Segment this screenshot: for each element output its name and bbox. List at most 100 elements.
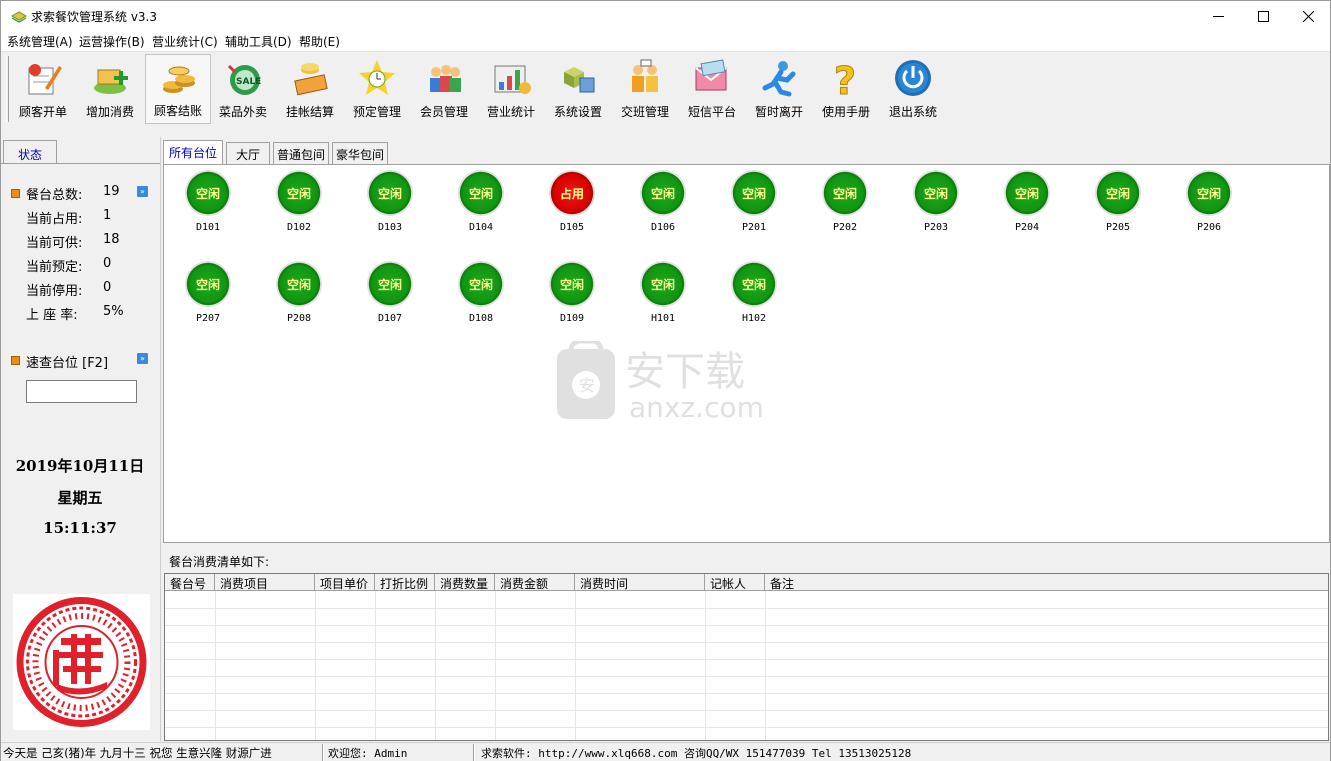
dining-table[interactable]: 空闲 P205	[1088, 170, 1148, 240]
toolbar-button-shift-handover[interactable]: 交班管理	[612, 54, 678, 124]
col-discount[interactable]: 打折比例	[375, 574, 435, 591]
toolbar-button-label: 顾客结账	[153, 104, 202, 118]
toolbar-button-power[interactable]: 退出系统	[880, 54, 946, 124]
col-time[interactable]: 消费时间	[575, 574, 705, 591]
table-number: D103	[377, 222, 403, 233]
dining-table[interactable]: 空闲 P202	[815, 170, 875, 240]
dining-table[interactable]: 空闲 D109	[542, 261, 602, 331]
dining-table[interactable]: 空闲 P207	[178, 261, 238, 331]
title-bar[interactable]: 求索餐饮管理系统 v3.3	[1, 1, 1330, 31]
status-tab[interactable]: 状态	[3, 140, 57, 164]
expand-icon[interactable]: »	[137, 353, 148, 364]
toolbar-button-running-man[interactable]: 暂时离开	[746, 54, 812, 124]
col-table-no[interactable]: 餐台号	[165, 574, 215, 591]
current-date: 2019年10月11日	[15, 457, 145, 475]
dining-table[interactable]: 空闲 P208	[269, 261, 329, 331]
window-title: 求索餐饮管理系统 v3.3	[31, 10, 158, 24]
col-unit-price[interactable]: 项目单价	[315, 574, 375, 591]
free-status-icon: 空闲	[458, 261, 504, 307]
toolbar-button-sms-envelope[interactable]: 短信平台	[679, 54, 745, 124]
free-status-icon: 空闲	[640, 261, 686, 307]
toolbar-button-help-question[interactable]: ? 使用手册	[813, 54, 879, 124]
toolbar-button-coins-checkout[interactable]: 顾客结账	[145, 54, 211, 124]
toolbar-grip[interactable]	[6, 56, 9, 122]
table-number: D107	[377, 313, 403, 324]
reservation-clock-icon	[359, 60, 395, 95]
menu-operations[interactable]: 运营操作(B)	[79, 33, 145, 50]
minimize-button[interactable]	[1195, 1, 1241, 31]
close-button[interactable]	[1285, 1, 1331, 31]
toolbar-button-reservation-clock[interactable]: 预定管理	[344, 54, 410, 124]
tab-deluxe-rooms[interactable]: 豪华包间	[332, 142, 388, 164]
free-status-icon: 空闲	[276, 170, 322, 216]
free-status-icon: 空闲	[640, 170, 686, 216]
toolbar-button-label: 挂帐结算	[285, 105, 334, 119]
toolbar-button-statistics-chart[interactable]: 营业统计	[478, 54, 544, 124]
col-operator[interactable]: 记帐人	[705, 574, 765, 591]
bill-grid-header: 餐台号 消费项目 项目单价 打折比例 消费数量 消费金额 消费时间 记帐人 备注	[165, 574, 1328, 591]
table-status: 空闲	[377, 186, 402, 201]
menu-help[interactable]: 帮助(E)	[299, 33, 340, 50]
menu-system[interactable]: 系统管理(A)	[7, 33, 73, 50]
status-separator	[322, 744, 324, 761]
dining-table[interactable]: 空闲 D104	[451, 170, 511, 240]
toolbar-button-add-consumption[interactable]: 增加消费	[77, 54, 143, 124]
sms-envelope-icon	[695, 59, 727, 91]
dining-table[interactable]: 空闲 D102	[269, 170, 329, 240]
app-window: 求索餐饮管理系统 v3.3 系统管理(A) 运营操作(B) 营业统计(C) 辅助…	[0, 0, 1331, 761]
maximize-button[interactable]	[1240, 1, 1286, 31]
dining-table[interactable]: 占用 D105	[542, 170, 602, 240]
lunar-greeting: 今天是 己亥(猪)年 九月十三 祝您 生意兴隆 财源广进	[3, 746, 272, 760]
maximize-icon	[1257, 10, 1269, 22]
toolbar-button-credit-settle[interactable]: 挂帐结算	[277, 54, 343, 124]
free-status-icon: 空闲	[276, 261, 322, 307]
toolbar-button-members[interactable]: 会员管理	[411, 54, 477, 124]
dining-table[interactable]: 空闲 D103	[360, 170, 420, 240]
menu-tools[interactable]: 辅助工具(D)	[225, 33, 292, 50]
status-separator	[473, 744, 475, 761]
table-number: P204	[1014, 222, 1040, 233]
svg-text:安下载: 安下载	[625, 349, 745, 395]
table-number: D104	[468, 222, 494, 233]
statistics-chart-icon	[494, 65, 531, 94]
occupied-status-icon: 占用	[549, 170, 595, 216]
quick-lookup-label: 速查台位 [F2]	[26, 356, 109, 371]
dining-table[interactable]: 空闲 D108	[451, 261, 511, 331]
dining-table[interactable]: 空闲 H102	[724, 261, 784, 331]
dining-table[interactable]: 空闲 H101	[633, 261, 693, 331]
col-amount[interactable]: 消费金额	[495, 574, 575, 591]
free-status-icon: 空闲	[1095, 170, 1141, 216]
menu-statistics[interactable]: 营业统计(C)	[152, 33, 218, 50]
toolbar-button-label: 菜品外卖	[218, 105, 267, 119]
toolbar-button-sale-ball[interactable]: SALE 菜品外卖	[210, 54, 276, 124]
col-quantity[interactable]: 消费数量	[435, 574, 495, 591]
grid-row-line	[165, 642, 1328, 643]
tab-hall[interactable]: 大厅	[226, 142, 270, 164]
help-question-icon: ?	[834, 59, 857, 99]
col-remark[interactable]: 备注	[765, 574, 1328, 591]
dining-table[interactable]: 空闲 P201	[724, 170, 784, 240]
table-number: P201	[741, 222, 767, 233]
quick-lookup-input[interactable]	[26, 380, 137, 403]
dining-table[interactable]: 空闲 P204	[997, 170, 1057, 240]
col-item[interactable]: 消费项目	[215, 574, 315, 591]
dining-table[interactable]: 空闲 P206	[1179, 170, 1239, 240]
shift-handover-icon	[632, 59, 658, 92]
tab-standard-rooms[interactable]: 普通包间	[273, 142, 329, 164]
splitter[interactable]	[163, 543, 1330, 547]
grid-col-line	[705, 591, 706, 740]
table-number: D109	[559, 313, 585, 324]
dining-table[interactable]: 空闲 D107	[360, 261, 420, 331]
dining-table[interactable]: 空闲 D106	[633, 170, 693, 240]
dining-table[interactable]: 空闲 D101	[178, 170, 238, 240]
tab-all-tables[interactable]: 所有台位	[163, 140, 223, 165]
bill-grid[interactable]: 餐台号 消费项目 项目单价 打折比例 消费数量 消费金额 消费时间 记帐人 备注	[164, 573, 1329, 741]
expand-icon[interactable]: »	[137, 186, 148, 197]
credit-settle-icon	[294, 63, 328, 96]
toolbar-button-order-pad[interactable]: 顾客开单	[10, 54, 76, 124]
dining-table[interactable]: 空闲 P203	[906, 170, 966, 240]
table-status: 空闲	[741, 277, 766, 292]
toolbar-button-settings-cubes[interactable]: 系统设置	[545, 54, 611, 124]
table-status: 空闲	[286, 277, 311, 292]
minimize-icon	[1212, 15, 1224, 17]
